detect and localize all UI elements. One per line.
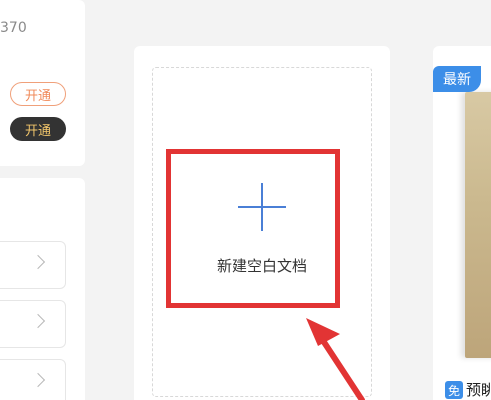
annotation-arrow — [306, 318, 365, 400]
arrow-head — [306, 318, 340, 346]
arrow-shaft — [317, 333, 365, 400]
